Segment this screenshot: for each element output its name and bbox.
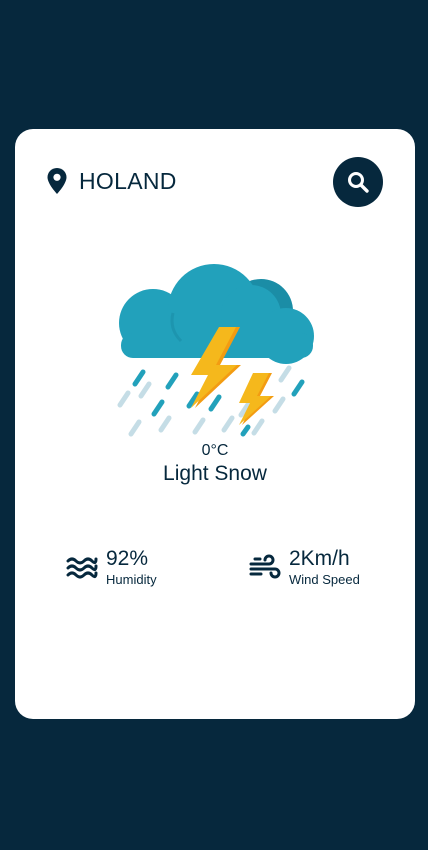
thunderstorm-rain-icon bbox=[117, 264, 314, 437]
humidity-value: 92% bbox=[106, 547, 149, 570]
wind-detail: 2Km/h Wind Speed bbox=[249, 547, 360, 589]
search-button[interactable] bbox=[333, 157, 383, 207]
map-pin-icon bbox=[47, 168, 67, 194]
location-name: HOLAND bbox=[79, 167, 177, 194]
wind-speed-label: Wind Speed bbox=[289, 572, 360, 587]
temperature: 0°C bbox=[201, 442, 229, 459]
waves-icon bbox=[66, 557, 98, 579]
location-display: HOLAND bbox=[46, 167, 177, 195]
search-icon bbox=[348, 172, 369, 193]
humidity-detail: 92% Humidity bbox=[66, 547, 157, 589]
weather-card: HOLAND 0°C Light Snow 92% Humidity 2Km/h… bbox=[15, 129, 415, 719]
wind-speed-value: 2Km/h bbox=[289, 547, 350, 570]
humidity-label: Humidity bbox=[106, 572, 157, 587]
weather-description: Light Snow bbox=[163, 462, 267, 485]
wind-icon bbox=[249, 554, 281, 579]
